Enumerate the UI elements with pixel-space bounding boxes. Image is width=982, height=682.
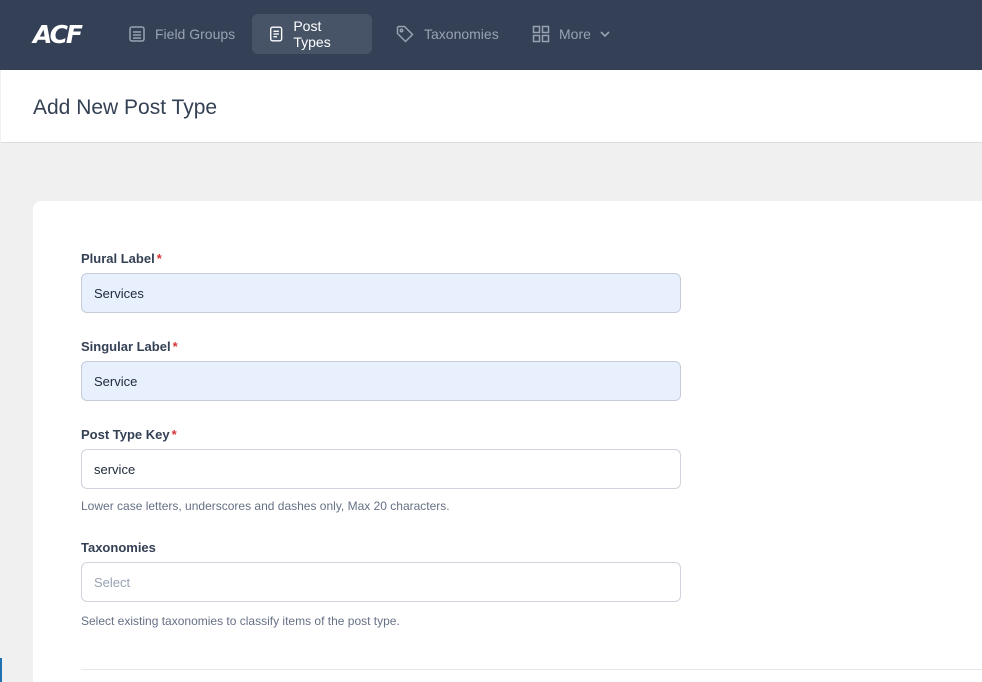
singular-label-field: Singular Label * Service [81, 339, 681, 401]
nav-post-types-label: Post Types [293, 18, 331, 50]
nav-more-label: More [559, 26, 591, 42]
tag-icon [396, 25, 414, 43]
nav-field-groups[interactable]: Field Groups [112, 14, 251, 54]
page-header: Add New Post Type [1, 70, 982, 143]
post-type-key-help: Lower case letters, underscores and dash… [81, 499, 450, 513]
singular-label-input[interactable]: Service [81, 361, 681, 401]
taxonomies-label: Taxonomies [81, 540, 156, 555]
required-asterisk: * [156, 251, 162, 266]
post-type-key-text: Post Type Key [81, 427, 170, 442]
nav-more-dropdown[interactable]: More [516, 14, 627, 54]
post-type-form-card: Plural Label * Services Singular Label * S… [33, 201, 982, 682]
post-type-key-label: Post Type Key * [81, 427, 681, 443]
plural-label-text: Plural Label [81, 251, 155, 266]
taxonomies-select[interactable]: Select [81, 562, 681, 602]
taxonomies-field: Taxonomies Select Select existing taxono… [81, 540, 681, 628]
grid-icon [532, 25, 550, 43]
nav-taxonomies-label: Taxonomies [424, 26, 499, 42]
post-type-key-field: Post Type Key * service Lower case letter… [81, 427, 681, 513]
post-type-key-input[interactable]: service [81, 449, 681, 489]
chevron-down-icon [600, 31, 610, 38]
taxonomies-help: Select existing taxonomies to classify i… [81, 614, 400, 628]
nav-post-types[interactable]: Post Types [252, 14, 372, 54]
top-navigation-bar: ACF Field Groups Post Types Taxonomies M… [0, 0, 982, 70]
field-groups-icon [129, 26, 145, 42]
post-types-icon [270, 26, 283, 42]
nav-taxonomies[interactable]: Taxonomies [379, 14, 515, 54]
page-title: Add New Post Type [33, 96, 218, 119]
required-asterisk: * [171, 427, 177, 442]
nav-field-groups-label: Field Groups [155, 26, 236, 42]
plural-label-label: Plural Label * [81, 251, 681, 267]
required-asterisk: * [172, 339, 178, 354]
section-divider [81, 669, 982, 670]
plural-label-field: Plural Label * Services [81, 251, 681, 313]
singular-label-label: Singular Label * [81, 339, 681, 355]
acf-logo[interactable]: ACF [33, 20, 83, 49]
plural-label-input[interactable]: Services [81, 273, 681, 313]
left-edge-accent [0, 658, 2, 682]
singular-label-text: Singular Label [81, 339, 171, 354]
